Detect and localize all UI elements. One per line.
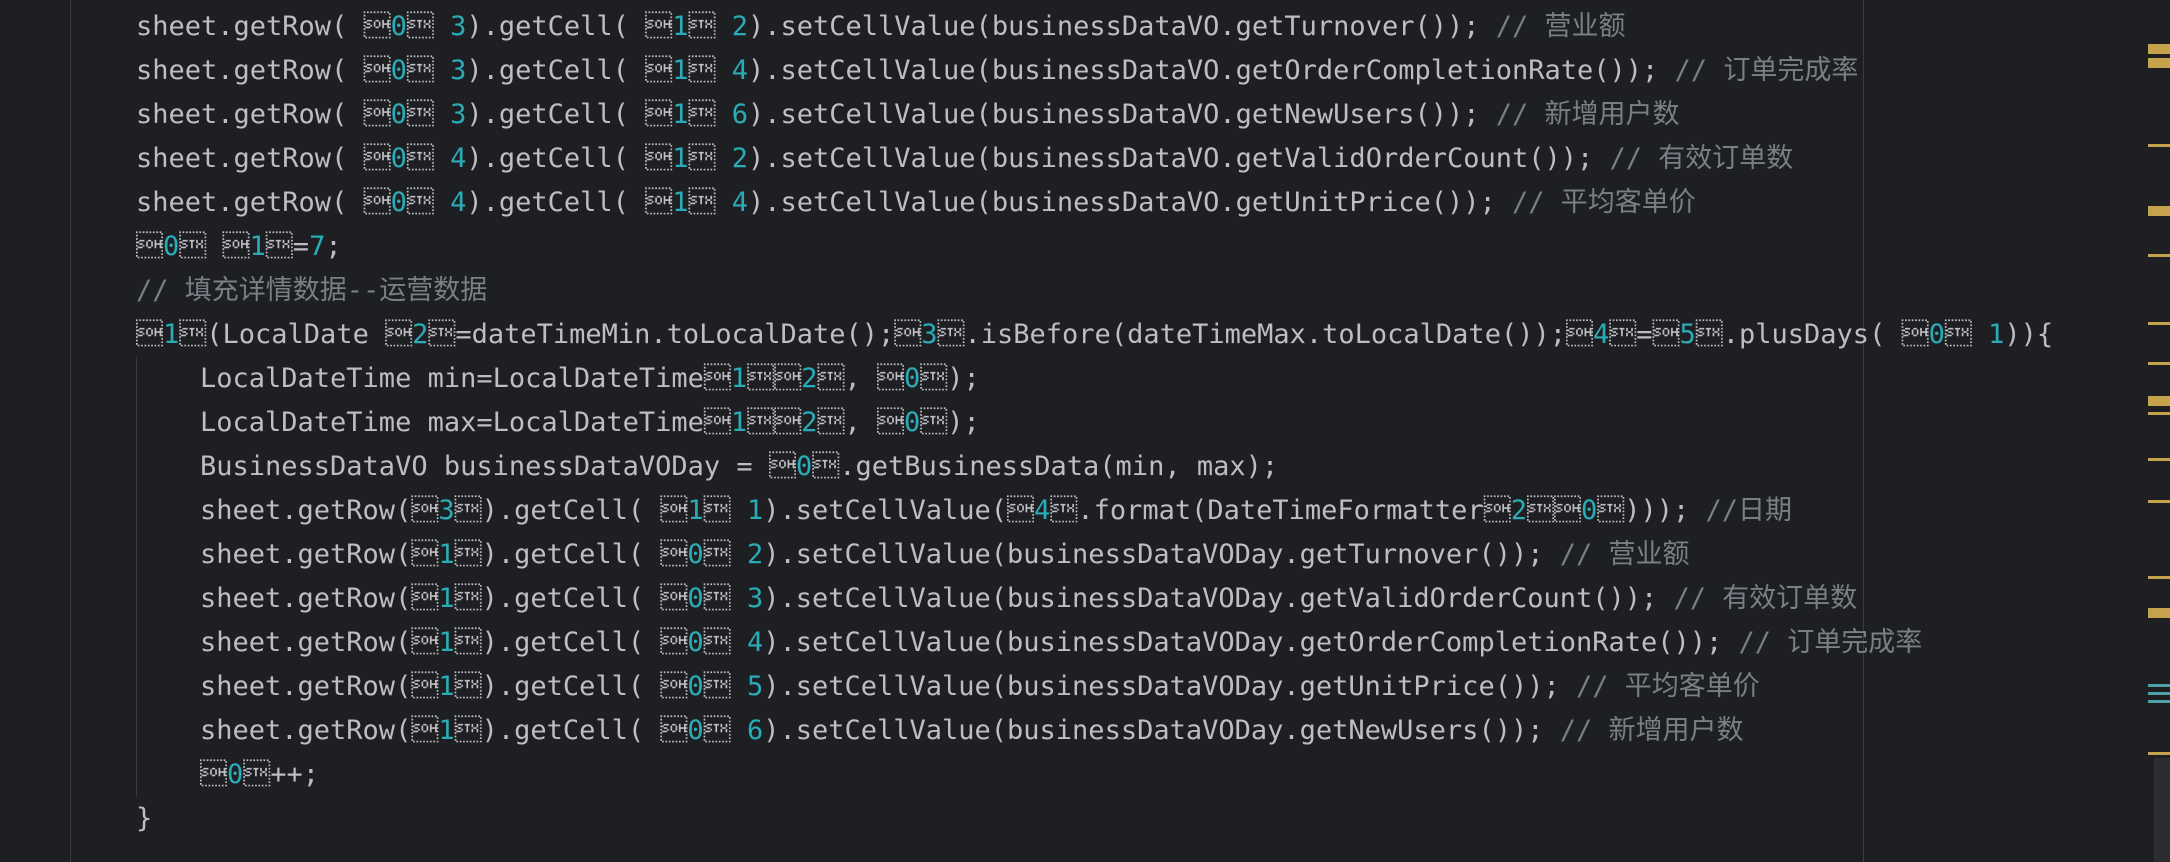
warning-marker[interactable] [2148, 144, 2170, 147]
warning-marker[interactable] [2148, 58, 2170, 68]
code-line-text: // 填充详情数据--运营数据 [136, 275, 488, 306]
warning-marker[interactable] [2148, 608, 2170, 618]
warning-marker[interactable] [2148, 362, 2170, 365]
code-line[interactable]: sheet.getRow( 0 4).getCell( 1 4).set… [136, 181, 1696, 225]
code-line[interactable]: } [136, 797, 152, 841]
warning-marker[interactable] [2148, 500, 2170, 503]
code-line-text: } [136, 803, 153, 834]
code-line[interactable]: sheet.getRow( 0 3).getCell( 1 2).set… [136, 5, 1626, 49]
code-editor[interactable]: sheet.getRow( 0 3).getCell( 1 2).set… [0, 0, 2170, 862]
code-line-text: sheet.getRow( 0 3).getCell( 1 2).set… [136, 11, 1626, 42]
code-line[interactable]: LocalDateTime max=LocalDateTime12, … [200, 401, 980, 445]
code-line-text: 0++; [200, 759, 320, 790]
code-line[interactable]: sheet.getRow(3).getCell( 1 1).setCel… [200, 489, 1792, 533]
code-line[interactable]: 1(LocalDate 2=dateTimeMin.toLocalDat… [136, 313, 2053, 357]
info-marker[interactable] [2148, 692, 2170, 695]
code-line-text: sheet.getRow(1).getCell( 0 4).setCel… [200, 627, 1923, 658]
code-line[interactable]: sheet.getRow( 0 3).getCell( 1 6).set… [136, 93, 1680, 137]
warning-marker[interactable] [2148, 44, 2170, 54]
warning-marker[interactable] [2148, 254, 2170, 257]
code-line-text: sheet.getRow(1).getCell( 0 3).setCel… [200, 583, 1858, 614]
code-line[interactable]: sheet.getRow( 0 3).getCell( 1 4).set… [136, 49, 1858, 93]
code-line[interactable]: sheet.getRow( 0 4).getCell( 1 2).set… [136, 137, 1793, 181]
code-line[interactable]: 0 1=7; [136, 225, 342, 269]
warning-marker[interactable] [2148, 752, 2170, 755]
indent-guide [136, 357, 137, 797]
code-line[interactable]: sheet.getRow(1).getCell( 0 2).setCel… [200, 533, 1690, 577]
warning-marker[interactable] [2148, 396, 2170, 406]
code-line[interactable]: sheet.getRow(1).getCell( 0 6).setCel… [200, 709, 1744, 753]
code-line-text: sheet.getRow( 0 4).getCell( 1 4).set… [136, 187, 1696, 218]
right-margin-guide [1863, 0, 1864, 862]
code-line-text: sheet.getRow(1).getCell( 0 2).setCel… [200, 539, 1690, 570]
info-marker[interactable] [2148, 684, 2170, 687]
vertical-scrollbar[interactable] [2148, 0, 2170, 862]
code-line[interactable]: BusinessDataVO businessDataVODay = 0.g… [200, 445, 1278, 489]
warning-marker[interactable] [2148, 322, 2170, 325]
warning-marker[interactable] [2148, 412, 2170, 415]
code-line-text: sheet.getRow( 0 3).getCell( 1 6).set… [136, 99, 1680, 130]
code-line-text: BusinessDataVO businessDataVODay = 0.g… [200, 451, 1279, 482]
warning-marker[interactable] [2148, 206, 2170, 216]
info-marker[interactable] [2148, 700, 2170, 703]
code-line[interactable]: sheet.getRow(1).getCell( 0 3).setCel… [200, 577, 1857, 621]
code-line-text: 0 1=7; [136, 231, 342, 262]
gutter-separator [70, 0, 71, 862]
warning-marker[interactable] [2148, 458, 2170, 461]
code-line-text: sheet.getRow( 0 3).getCell( 1 4).set… [136, 55, 1859, 86]
code-line-text: sheet.getRow(1).getCell( 0 6).setCel… [200, 715, 1744, 746]
code-line[interactable]: // 填充详情数据--运营数据 [136, 269, 487, 313]
code-line-text: sheet.getRow(1).getCell( 0 5).setCel… [200, 671, 1760, 702]
code-line[interactable]: sheet.getRow(1).getCell( 0 4).setCel… [200, 621, 1922, 665]
warning-marker[interactable] [2148, 576, 2170, 579]
code-line-text: LocalDateTime max=LocalDateTime12, … [200, 407, 980, 438]
code-line-text: LocalDateTime min=LocalDateTime12, … [200, 363, 980, 394]
scrollbar-thumb[interactable] [2154, 758, 2170, 862]
code-line[interactable]: LocalDateTime min=LocalDateTime12, … [200, 357, 980, 401]
code-line-text: sheet.getRow( 0 4).getCell( 1 2).set… [136, 143, 1794, 174]
code-line[interactable]: 0++; [200, 753, 319, 797]
code-line-text: 1(LocalDate 2=dateTimeMin.toLocalDat… [136, 319, 2054, 350]
code-line-text: sheet.getRow(3).getCell( 1 1).setCel… [200, 495, 1793, 526]
code-line[interactable]: sheet.getRow(1).getCell( 0 5).setCel… [200, 665, 1760, 709]
